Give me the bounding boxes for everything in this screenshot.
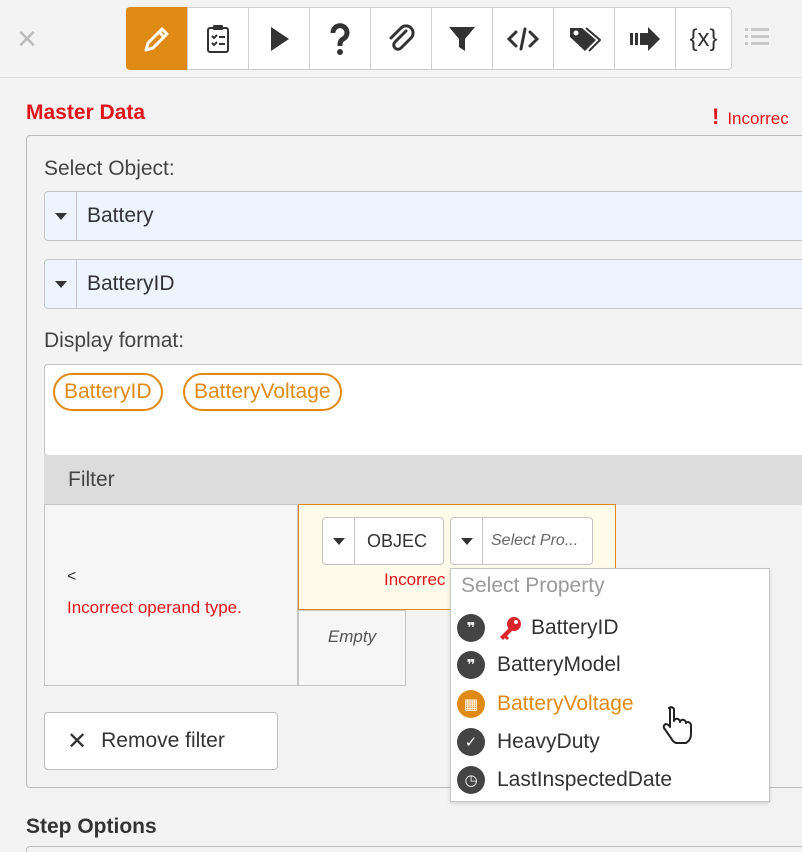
chevron-down-icon <box>54 280 67 288</box>
tool-run-button[interactable] <box>248 7 309 70</box>
tool-filter-button[interactable] <box>431 7 492 70</box>
operand-property-placeholder: Select Pro... <box>491 532 579 549</box>
display-format-label: Display format: <box>44 329 185 352</box>
object-select-value: Battery <box>87 204 154 227</box>
empty-cell[interactable]: Empty <box>298 610 406 686</box>
calculator-icon: ▦ <box>457 690 485 718</box>
header-divider <box>0 77 802 78</box>
hand-cursor-icon <box>662 706 692 744</box>
dropdown-item-label: BatteryVoltage <box>497 692 634 715</box>
boolean-icon: ✓ <box>457 728 485 756</box>
paperclip-icon <box>389 23 415 51</box>
object-select[interactable]: Battery <box>44 191 802 241</box>
dropdown-item-batterymodel[interactable]: ❞ BatteryModel <box>457 646 757 684</box>
list-menu-icon[interactable] <box>742 22 772 52</box>
format-tag[interactable]: BatteryVoltage <box>183 373 342 411</box>
variable-icon: {x} <box>689 24 718 52</box>
operand-object-select[interactable]: OBJEC <box>322 517 444 565</box>
clipboard-checklist-icon <box>207 24 229 53</box>
property-select-value: BatteryID <box>87 272 175 295</box>
master-error: ! Incorrec <box>712 104 789 130</box>
step-options-panel <box>26 846 802 852</box>
tool-next-button[interactable] <box>614 7 675 70</box>
play-icon <box>271 26 289 51</box>
operand-mid-error: Incorrec <box>384 570 446 589</box>
arrow-right-icon <box>630 26 660 51</box>
quote-icon: ❞ <box>457 651 485 679</box>
filter-header: Filter <box>44 455 802 505</box>
tool-tags-button[interactable] <box>553 7 614 70</box>
dropdown-item-heavyduty[interactable]: ✓ HeavyDuty <box>457 723 757 761</box>
select-object-label: Select Object: <box>44 157 175 180</box>
clock-icon: ◷ <box>457 766 485 794</box>
master-data-title: Master Data <box>26 101 146 124</box>
chevron-down-icon <box>460 537 473 545</box>
operand-object-value: OBJEC <box>367 530 428 551</box>
filter-icon <box>449 26 475 51</box>
step-options-title: Step Options <box>26 815 157 838</box>
close-icon[interactable]: ✕ <box>12 22 42 56</box>
tool-edit-button[interactable] <box>126 7 187 70</box>
quote-icon: ❞ <box>457 614 485 642</box>
remove-filter-button[interactable]: ✕ Remove filter <box>44 712 278 770</box>
dropdown-item-lastinspecteddate[interactable]: ◷ LastInspectedDate <box>457 761 757 799</box>
code-icon <box>506 27 540 50</box>
tool-code-button[interactable] <box>492 7 553 70</box>
tags-icon <box>570 26 601 52</box>
dropdown-item-label: BatteryID <box>531 616 619 639</box>
filter-operator: < <box>67 568 77 585</box>
pencil-icon <box>144 27 169 51</box>
tool-checklist-button[interactable] <box>187 7 248 70</box>
close-icon: ✕ <box>67 727 88 755</box>
operand-error: Incorrect operand type. <box>67 598 242 617</box>
remove-filter-label: Remove filter <box>101 729 225 752</box>
operand-property-select[interactable]: Select Pro... <box>450 517 593 565</box>
master-error-text: Incorrec <box>727 109 789 128</box>
chevron-down-icon <box>332 537 345 545</box>
dropdown-item-label: BatteryModel <box>497 653 621 676</box>
dropdown-item-batteryvoltage[interactable]: ▦ BatteryVoltage <box>457 685 757 723</box>
tool-help-button[interactable] <box>309 7 370 70</box>
format-tag[interactable]: BatteryID <box>53 373 163 411</box>
property-select[interactable]: BatteryID <box>44 259 802 309</box>
dropdown-item-label: HeavyDuty <box>497 730 600 753</box>
error-exclamation-icon: ! <box>712 104 720 129</box>
tool-variable-button[interactable]: {x} <box>675 7 732 70</box>
filter-operator-cell[interactable]: < Incorrect operand type. <box>44 504 298 686</box>
key-icon <box>500 617 521 640</box>
question-icon <box>330 22 350 55</box>
chevron-down-icon <box>54 212 67 220</box>
dropdown-item-label: LastInspectedDate <box>497 768 673 791</box>
tool-attach-button[interactable] <box>370 7 431 70</box>
display-format-box[interactable]: BatteryID BatteryVoltage <box>44 364 802 456</box>
property-dropdown: Select Property ❞ BatteryID ❞ BatteryMod… <box>450 568 770 802</box>
dropdown-header: Select Property <box>461 574 605 597</box>
dropdown-item-batteryid[interactable]: ❞ BatteryID <box>457 609 757 647</box>
